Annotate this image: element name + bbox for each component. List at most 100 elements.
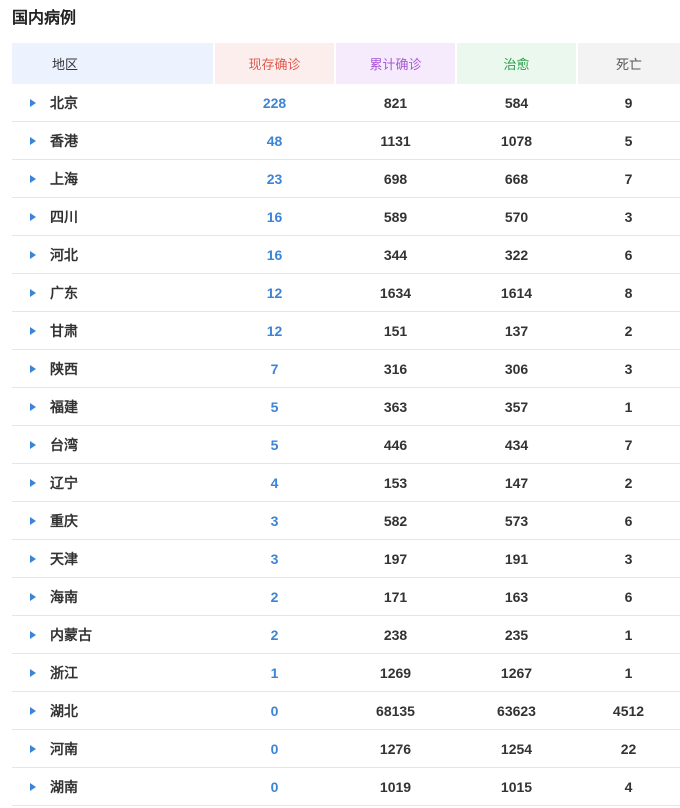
caret-right-icon[interactable] [30, 554, 36, 563]
table-row[interactable]: 湖南 0 1019 1015 4 [12, 767, 680, 806]
table-body: 北京 228 821 584 9 香港 48 1131 1078 5 上海 23 698 668 7 四川 16… [12, 84, 680, 806]
region-cell[interactable]: 北京 [12, 84, 214, 122]
region-cell[interactable]: 甘肃 [12, 311, 214, 350]
region-name: 内蒙古 [50, 626, 92, 643]
table-row[interactable]: 浙江 1 1269 1267 1 [12, 653, 680, 692]
region-cell[interactable]: 福建 [12, 387, 214, 426]
caret-right-icon[interactable] [30, 744, 36, 753]
deaths-cell: 2 [577, 311, 680, 350]
table-row[interactable]: 天津 3 197 191 3 [12, 539, 680, 578]
region-cell[interactable]: 上海 [12, 159, 214, 198]
region-name: 重庆 [50, 512, 78, 529]
caret-right-icon[interactable] [30, 516, 36, 525]
table-row[interactable]: 海南 2 171 163 6 [12, 577, 680, 616]
table-row[interactable]: 上海 23 698 668 7 [12, 159, 680, 198]
header-deaths[interactable]: 死亡 [576, 43, 680, 84]
table-row[interactable]: 陕西 7 316 306 3 [12, 349, 680, 388]
deaths-cell: 6 [577, 577, 680, 616]
region-cell[interactable]: 内蒙古 [12, 615, 214, 654]
table-row[interactable]: 广东 12 1634 1614 8 [12, 273, 680, 312]
table-row[interactable]: 河北 16 344 322 6 [12, 235, 680, 274]
deaths-cell: 22 [577, 729, 680, 768]
region-cell[interactable]: 台湾 [12, 425, 214, 464]
table-row[interactable]: 台湾 5 446 434 7 [12, 425, 680, 464]
header-current-confirmed[interactable]: 现存确诊 [213, 43, 335, 84]
deaths-cell: 7 [577, 425, 680, 464]
region-cell[interactable]: 天津 [12, 539, 214, 578]
caret-right-icon[interactable] [30, 402, 36, 411]
current-confirmed-cell: 5 [214, 387, 335, 426]
caret-right-icon[interactable] [30, 706, 36, 715]
caret-right-icon[interactable] [30, 364, 36, 373]
region-name: 湖南 [50, 778, 78, 795]
region-cell[interactable]: 陕西 [12, 349, 214, 388]
table-row[interactable]: 内蒙古 2 238 235 1 [12, 615, 680, 654]
table-row[interactable]: 甘肃 12 151 137 2 [12, 311, 680, 350]
cured-cell: 1254 [456, 729, 577, 768]
region-name: 河北 [50, 246, 78, 263]
region-name: 四川 [50, 208, 78, 225]
region-cell[interactable]: 重庆 [12, 501, 214, 540]
deaths-cell: 7 [577, 159, 680, 198]
table-header-row: 地区 现存确诊 累计确诊 治愈 死亡 [12, 43, 680, 84]
region-cell[interactable]: 辽宁 [12, 463, 214, 502]
table-row[interactable]: 四川 16 589 570 3 [12, 197, 680, 236]
region-cell[interactable]: 湖北 [12, 691, 214, 730]
region-name: 湖北 [50, 702, 78, 719]
cured-cell: 668 [456, 159, 577, 198]
region-cell[interactable]: 香港 [12, 121, 214, 160]
table-row[interactable]: 香港 48 1131 1078 5 [12, 121, 680, 160]
caret-right-icon[interactable] [30, 250, 36, 259]
caret-right-icon[interactable] [30, 440, 36, 449]
cured-cell: 1015 [456, 767, 577, 806]
region-name: 台湾 [50, 436, 78, 453]
table-row[interactable]: 河南 0 1276 1254 22 [12, 729, 680, 768]
caret-right-icon[interactable] [30, 668, 36, 677]
header-region[interactable]: 地区 [12, 43, 214, 84]
caret-right-icon[interactable] [30, 212, 36, 221]
deaths-cell: 9 [577, 84, 680, 122]
domestic-cases-table: 地区 现存确诊 累计确诊 治愈 死亡 北京 228 821 584 9 香港 48 1131 1… [12, 43, 680, 806]
current-confirmed-cell: 0 [214, 729, 335, 768]
region-name: 海南 [50, 588, 78, 605]
region-cell[interactable]: 河南 [12, 729, 214, 768]
caret-right-icon[interactable] [30, 630, 36, 639]
current-confirmed-cell: 5 [214, 425, 335, 464]
region-cell[interactable]: 浙江 [12, 653, 214, 692]
region-name: 浙江 [50, 664, 78, 681]
current-confirmed-cell: 0 [214, 767, 335, 806]
caret-right-icon[interactable] [30, 174, 36, 183]
caret-right-icon[interactable] [30, 326, 36, 335]
cured-cell: 306 [456, 349, 577, 388]
total-confirmed-cell: 153 [335, 463, 456, 502]
header-cured[interactable]: 治愈 [455, 43, 577, 84]
caret-right-icon[interactable] [30, 592, 36, 601]
cured-cell: 584 [456, 84, 577, 122]
region-cell[interactable]: 广东 [12, 273, 214, 312]
current-confirmed-cell: 16 [214, 235, 335, 274]
caret-right-icon[interactable] [30, 136, 36, 145]
table-row[interactable]: 辽宁 4 153 147 2 [12, 463, 680, 502]
current-confirmed-cell: 228 [214, 84, 335, 122]
table-row[interactable]: 湖北 0 68135 63623 4512 [12, 691, 680, 730]
current-confirmed-cell: 1 [214, 653, 335, 692]
deaths-cell: 8 [577, 273, 680, 312]
cured-cell: 1267 [456, 653, 577, 692]
region-cell[interactable]: 湖南 [12, 767, 214, 806]
cured-cell: 235 [456, 615, 577, 654]
cured-cell: 191 [456, 539, 577, 578]
total-confirmed-cell: 316 [335, 349, 456, 388]
caret-right-icon[interactable] [30, 478, 36, 487]
caret-right-icon[interactable] [30, 98, 36, 107]
region-cell[interactable]: 四川 [12, 197, 214, 236]
table-row[interactable]: 福建 5 363 357 1 [12, 387, 680, 426]
caret-right-icon[interactable] [30, 288, 36, 297]
table-row[interactable]: 重庆 3 582 573 6 [12, 501, 680, 540]
region-cell[interactable]: 海南 [12, 577, 214, 616]
total-confirmed-cell: 446 [335, 425, 456, 464]
cured-cell: 63623 [456, 691, 577, 730]
header-total-confirmed[interactable]: 累计确诊 [334, 43, 456, 84]
caret-right-icon[interactable] [30, 782, 36, 791]
table-row[interactable]: 北京 228 821 584 9 [12, 84, 680, 122]
region-cell[interactable]: 河北 [12, 235, 214, 274]
